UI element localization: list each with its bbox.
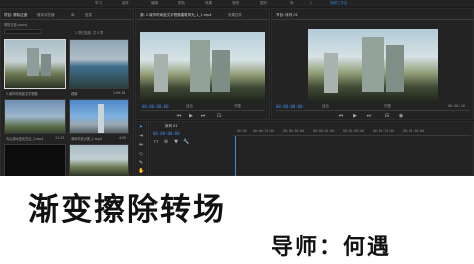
ruler-tick: 00:00:45:00	[313, 129, 335, 133]
source-video-frame[interactable]	[140, 32, 265, 102]
tab-sequence[interactable]: 序列 01	[165, 124, 178, 129]
media-thumb-tower[interactable]	[69, 99, 129, 134]
pen-tool-icon[interactable]: ✎	[138, 160, 144, 166]
tab-divider	[1, 19, 133, 20]
source-timecode[interactable]: 00:00:00:00	[142, 104, 169, 109]
tab-project[interactable]: 项目: 擦除过渡	[4, 13, 27, 18]
play-icon[interactable]: ▶	[352, 113, 358, 119]
building-shape	[154, 54, 168, 92]
ripple-edit-icon[interactable]: ⇹	[138, 142, 144, 148]
program-scrub-bar[interactable]	[276, 110, 470, 111]
media-label: 视频	[71, 92, 78, 96]
menu-graphics[interactable]: 图形	[260, 1, 267, 6]
program-quality-select[interactable]: 完整	[384, 104, 391, 109]
razor-tool-icon[interactable]: ◇	[138, 151, 144, 157]
source-quality-select[interactable]: 完整	[234, 104, 241, 109]
source-scrub-bar[interactable]	[140, 110, 265, 111]
media-label: 青山绿水蓝天白云_1.mp4	[6, 137, 44, 141]
menu-effects[interactable]: 效果	[205, 1, 212, 6]
program-video-frame[interactable]	[308, 29, 438, 102]
timeline-toolbar: ⊓ ⊗ ▼ 🔧	[153, 139, 233, 145]
teacher-name: 导师：何遇	[271, 235, 392, 260]
tab-library[interactable]: 库	[71, 13, 75, 18]
tab-source[interactable]: 源: 2.城市时间延文字镜像建筑风光_1_1.mp4	[140, 13, 212, 18]
marker-icon[interactable]: ▼	[173, 139, 179, 145]
menu-library[interactable]: 库	[290, 1, 294, 6]
source-fit-select[interactable]: 适合	[186, 104, 193, 109]
building-shape	[362, 37, 384, 92]
program-timecode[interactable]: 00:00:00:00	[276, 104, 303, 109]
tab-info[interactable]: 信息	[85, 13, 92, 18]
media-thumb-city-2[interactable]	[69, 144, 129, 177]
snap-icon[interactable]: ⊓	[153, 139, 159, 145]
tab-media-browser[interactable]: 媒体浏览器	[37, 13, 55, 18]
building-shape	[212, 50, 230, 92]
program-panel: 节目: 序列 01 00:00:00:00 适合 完整 00:00:28 ⏮ ▶…	[271, 8, 474, 120]
media-thumb-river[interactable]	[69, 39, 129, 89]
building-shape	[41, 54, 51, 76]
tab-divider	[272, 19, 474, 20]
hand-tool-icon[interactable]: ✋	[138, 168, 144, 174]
source-panel: 源: 2.城市时间延文字镜像建筑风光_1_1.mp4 效果控件 00:00:00…	[135, 8, 270, 120]
playhead[interactable]	[235, 135, 236, 177]
program-end-timecode: 00:00:28	[448, 104, 465, 108]
step-back-icon[interactable]: ⏮	[176, 113, 182, 119]
track-select-icon[interactable]: ⇥	[138, 133, 144, 139]
tab-effect-controls[interactable]: 效果控件	[228, 13, 242, 18]
tab-program[interactable]: 节目: 序列 01	[276, 13, 298, 18]
media-duration: 11:13	[55, 136, 65, 140]
ruler-line	[233, 135, 471, 136]
building-shape	[190, 40, 210, 92]
selection-count: 1 项已选择, 共 5 项	[75, 31, 104, 35]
step-back-icon[interactable]: ⏮	[338, 113, 344, 119]
wrench-icon[interactable]: 🔧	[183, 139, 189, 145]
building-shape	[386, 45, 404, 92]
menu-color[interactable]: 颜色	[178, 1, 185, 6]
media-thumb-city[interactable]	[4, 39, 66, 89]
step-forward-icon[interactable]: ⏭	[366, 113, 372, 119]
ruler-tick: 00:01:15:00	[373, 129, 395, 133]
media-label: 2.城市时间延文字镜像	[6, 92, 38, 96]
tab-divider	[136, 19, 269, 20]
ruler-tick: 00:00	[237, 129, 247, 133]
lift-icon[interactable]: ⊟	[384, 113, 390, 119]
tower-shape	[98, 104, 104, 133]
media-thumb-mountain[interactable]	[4, 99, 66, 134]
project-file: 擦除过渡.prproj	[4, 23, 28, 27]
building-shape	[27, 48, 39, 76]
search-input[interactable]	[4, 29, 42, 34]
media-duration: 4:00	[119, 136, 127, 140]
link-icon[interactable]: ⊗	[163, 139, 169, 145]
media-label: 深圳平安大厦_1.mp4	[71, 137, 102, 141]
project-panel: 项目: 擦除过渡 媒体浏览器 库 信息 擦除过渡.prproj 1 项已选择, …	[0, 8, 134, 183]
media-duration: 1:09:18	[113, 91, 126, 95]
insert-icon[interactable]: ⊡	[216, 113, 222, 119]
ruler-tick: 00:00:30:00	[283, 129, 305, 133]
ruler-tick: 00:00:15:00	[253, 129, 275, 133]
menu-bar: 学习 组件 编辑 颜色 效果 音频 图形 库 》 视频工作区	[0, 0, 474, 7]
selection-tool-icon[interactable]: ➤	[138, 124, 144, 130]
tools-panel: ➤ ⇥ ⇹ ◇ ✎ ✋	[135, 121, 147, 176]
menu-audio[interactable]: 音频	[232, 1, 239, 6]
media-thumb-sequence[interactable]	[4, 144, 66, 177]
program-fit-select[interactable]: 适合	[322, 104, 329, 109]
camera-icon[interactable]: ◉	[398, 113, 404, 119]
timeline-timecode[interactable]: 00:00:00:00	[153, 131, 180, 136]
menu-video-workspace[interactable]: 视频工作区	[330, 1, 348, 6]
step-forward-icon[interactable]: ⏭	[200, 113, 206, 119]
menu-edit[interactable]: 编辑	[151, 1, 158, 6]
menu-more[interactable]: 》	[310, 1, 314, 6]
menu-learn[interactable]: 学习	[95, 1, 102, 6]
building-shape	[324, 53, 338, 93]
menu-assembly[interactable]: 组件	[122, 1, 129, 6]
lesson-title: 渐变擦除转场	[28, 192, 226, 228]
ruler-tick: 00:01:30:00	[403, 129, 425, 133]
timeline-panel: 序列 01 00:00:00:00 ⊓ ⊗ ▼ 🔧 00:00 00:00:15…	[148, 121, 474, 177]
play-icon[interactable]: ▶	[188, 113, 194, 119]
ruler-tick: 00:01:00:00	[343, 129, 365, 133]
